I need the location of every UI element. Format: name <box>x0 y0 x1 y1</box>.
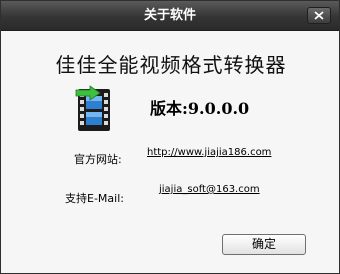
close-icon <box>314 11 324 20</box>
about-dialog: 关于软件 佳佳全能视频格式转换器 版本:9.0.0.0 官方网站: http:/… <box>0 0 340 274</box>
close-button[interactable] <box>307 7 331 24</box>
app-name: 佳佳全能视频格式转换器 <box>55 53 287 77</box>
title-bar[interactable]: 关于软件 <box>1 1 339 31</box>
email-link[interactable]: jiajia_soft@163.com <box>159 184 260 195</box>
email-label: 支持E-Mail: <box>65 192 124 205</box>
ok-button[interactable]: 确定 <box>222 234 306 255</box>
website-label: 官方网站: <box>74 153 122 166</box>
film-strip-icon <box>74 85 114 131</box>
version-text: 版本:9.0.0.0 <box>150 99 250 118</box>
website-link[interactable]: http://www.jiajia186.com <box>147 147 271 158</box>
window-title: 关于软件 <box>143 8 196 23</box>
